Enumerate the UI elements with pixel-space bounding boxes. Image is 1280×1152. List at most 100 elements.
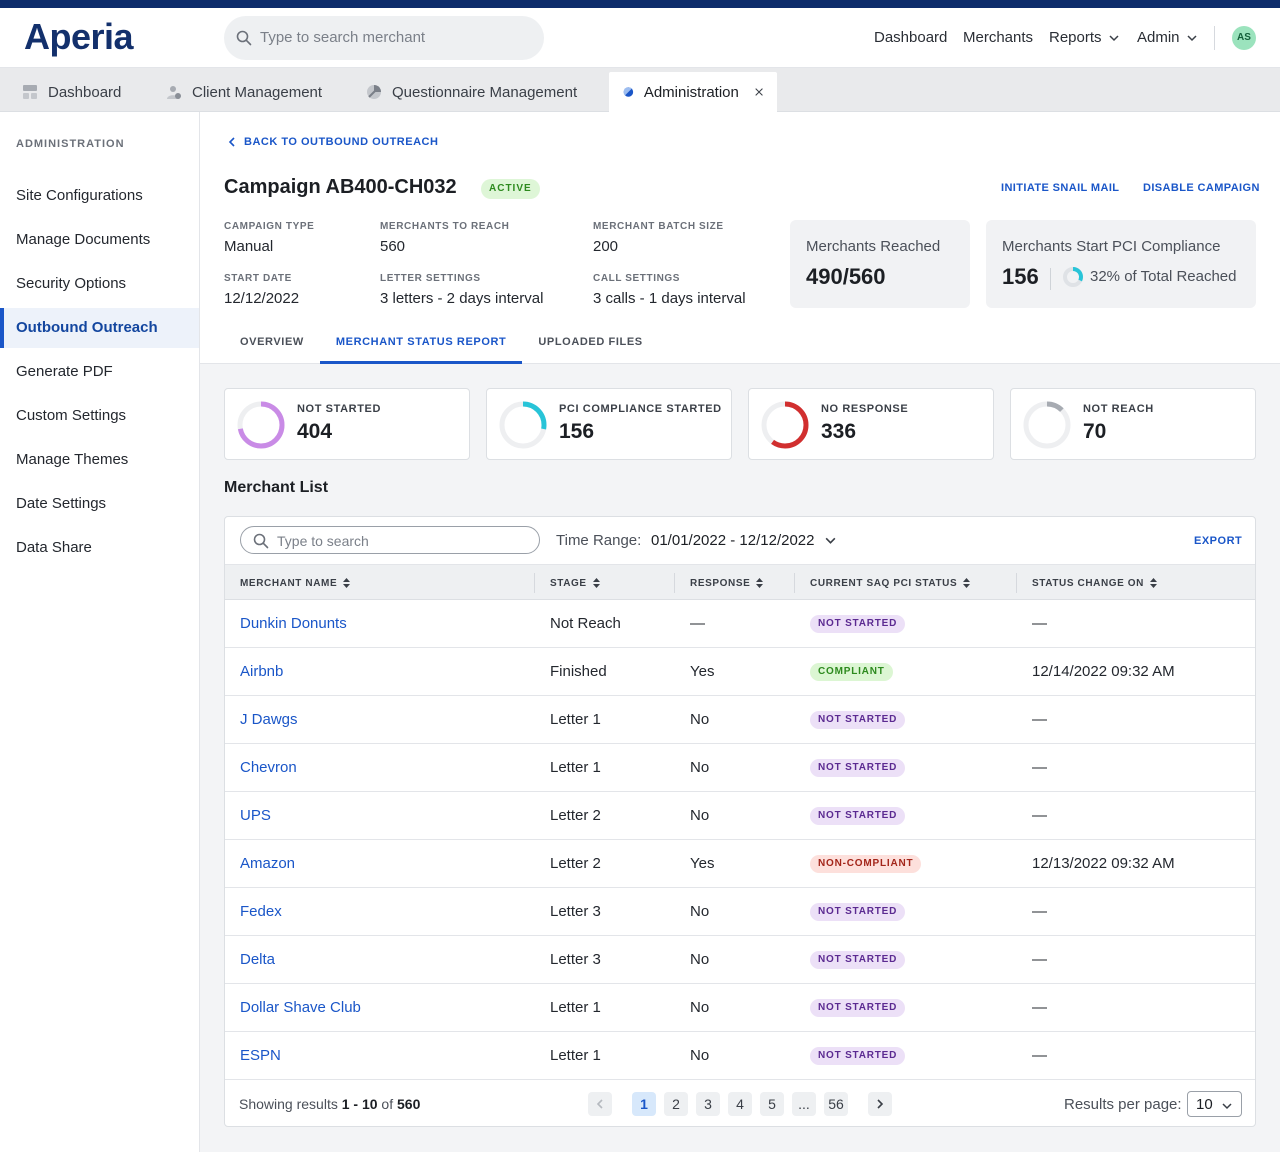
merchants-reached-label: Merchants Reached <box>806 238 941 255</box>
prev-page-button[interactable] <box>588 1092 612 1116</box>
page-button[interactable]: 56 <box>824 1092 848 1116</box>
chevron-left-icon <box>596 1099 603 1109</box>
merchant-name-link[interactable]: Dunkin Donunts <box>240 600 347 648</box>
merchant-name-link[interactable]: Dollar Shave Club <box>240 984 361 1032</box>
results-per-page-select[interactable]: 10 <box>1187 1091 1242 1117</box>
stage-cell: Letter 1 <box>550 759 601 776</box>
merchant-name-link[interactable]: Delta <box>240 936 275 984</box>
initiate-snail-mail-link[interactable]: INITIATE SNAIL MAIL <box>1001 182 1119 194</box>
sidebar-item-custom-settings[interactable]: Custom Settings <box>0 396 199 436</box>
status-change-cell: — <box>1032 999 1047 1016</box>
user-avatar[interactable]: AS <box>1232 26 1256 50</box>
stage-cell: Letter 2 <box>550 855 601 872</box>
merchant-name-link[interactable]: Amazon <box>240 840 295 888</box>
chevron-left-icon <box>228 137 235 147</box>
column-divider <box>794 573 795 593</box>
merchant-name-link[interactable]: UPS <box>240 792 271 840</box>
response-cell: No <box>690 903 710 920</box>
stage-cell: Letter 2 <box>550 807 601 824</box>
aperia-logo[interactable]: Aperia <box>24 16 134 58</box>
chevron-right-icon <box>877 1099 884 1109</box>
merchant-name-link[interactable]: Airbnb <box>240 648 283 696</box>
tab-client-management[interactable]: Client Management <box>152 72 336 112</box>
status-badge: NOT STARTED <box>810 951 906 969</box>
status-change-cell: — <box>1032 903 1047 920</box>
sidebar-item-manage-themes[interactable]: Manage Themes <box>0 440 199 480</box>
table-row: ESPN Letter 1 No NOT STARTED — <box>225 1032 1255 1080</box>
nav-merchants[interactable]: Merchants <box>963 29 1033 46</box>
export-button[interactable]: EXPORT <box>1194 535 1242 547</box>
merchant-table-card: Type to search Time Range: 01/01/2022 - … <box>224 516 1256 1127</box>
nav-admin[interactable]: Admin <box>1137 29 1198 46</box>
disable-campaign-link[interactable]: DISABLE CAMPAIGN <box>1143 182 1260 194</box>
table-row: Dunkin Donunts Not Reach — NOT STARTED — <box>225 600 1255 648</box>
tab-merchant-status-report[interactable]: MERCHANT STATUS REPORT <box>319 334 523 364</box>
not-reach-ring <box>1023 401 1071 449</box>
search-icon <box>253 533 269 549</box>
nav-reports[interactable]: Reports <box>1049 29 1120 46</box>
column-header-saq-status[interactable]: CURRENT SAQ PCI STATUS <box>810 565 971 601</box>
column-header-response[interactable]: RESPONSE <box>690 565 764 601</box>
close-icon[interactable] <box>755 86 763 98</box>
table-row: UPS Letter 2 No NOT STARTED — <box>225 792 1255 840</box>
page-button[interactable]: 1 <box>632 1092 656 1116</box>
tab-questionnaire-management[interactable]: Questionnaire Management <box>352 72 591 112</box>
merchant-search-placeholder: Type to search <box>277 533 369 549</box>
global-search-input[interactable]: Type to search merchant <box>224 16 544 60</box>
table-row: Dollar Shave Club Letter 1 No NOT STARTE… <box>225 984 1255 1032</box>
sidebar-heading: ADMINISTRATION <box>16 138 125 150</box>
no-response-label: NO RESPONSE <box>821 403 909 415</box>
stage-cell: Letter 1 <box>550 999 601 1016</box>
sidebar-item-generate-pdf[interactable]: Generate PDF <box>0 352 199 392</box>
admin-sidebar: ADMINISTRATION Site Configurations Manag… <box>0 112 200 1152</box>
chevron-down-icon <box>1187 34 1197 41</box>
back-to-outbound-link[interactable]: BACK TO OUTBOUND OUTREACH <box>228 136 438 148</box>
merchant-name-link[interactable]: Chevron <box>240 744 297 792</box>
batch-size-value: 200 <box>593 238 619 255</box>
nav-merchants-label: Merchants <box>963 29 1034 46</box>
nav-reports-label: Reports <box>1049 29 1102 46</box>
questionnaire-icon <box>367 85 381 99</box>
next-page-button[interactable] <box>868 1092 892 1116</box>
tab-overview[interactable]: OVERVIEW <box>224 334 320 364</box>
column-header-status-change[interactable]: STATUS CHANGE ON <box>1032 565 1158 601</box>
time-range-dropdown[interactable]: 01/01/2022 - 12/12/2022 <box>651 532 837 549</box>
page-button[interactable]: 5 <box>760 1092 784 1116</box>
sidebar-item-outbound-outreach[interactable]: Outbound Outreach <box>0 308 199 348</box>
main-content: BACK TO OUTBOUND OUTREACH Campaign AB400… <box>200 112 1280 1152</box>
tab-uploaded-files[interactable]: UPLOADED FILES <box>522 334 658 364</box>
stage-cell: Letter 3 <box>550 903 601 920</box>
nav-dashboard[interactable]: Dashboard <box>874 29 947 46</box>
table-row: Fedex Letter 3 No NOT STARTED — <box>225 888 1255 936</box>
column-header-stage[interactable]: STAGE <box>550 565 600 601</box>
merchant-name-link[interactable]: ESPN <box>240 1032 281 1080</box>
sidebar-item-security-options[interactable]: Security Options <box>0 264 199 304</box>
stage-cell: Letter 3 <box>550 951 601 968</box>
not-started-label: NOT STARTED <box>297 403 382 415</box>
results-per-page-value: 10 <box>1196 1096 1213 1113</box>
page-button[interactable]: 3 <box>696 1092 720 1116</box>
column-divider <box>674 573 675 593</box>
pci-percent-text: 32% of Total Reached <box>1090 268 1237 285</box>
merchant-search-input[interactable]: Type to search <box>240 526 540 554</box>
global-search-placeholder: Type to search merchant <box>260 29 426 46</box>
sidebar-item-manage-documents[interactable]: Manage Documents <box>0 220 199 260</box>
tab-dashboard[interactable]: Dashboard <box>8 72 135 112</box>
status-badge: NOT STARTED <box>810 615 906 633</box>
campaign-subtabs: OVERVIEW MERCHANT STATUS REPORT UPLOADED… <box>224 334 659 364</box>
nav-admin-label: Admin <box>1137 29 1180 46</box>
sidebar-item-data-share[interactable]: Data Share <box>0 528 199 568</box>
column-header-merchant-name[interactable]: MERCHANT NAME <box>240 565 351 601</box>
tab-administration[interactable]: Administration <box>609 72 777 112</box>
sidebar-item-site-configurations[interactable]: Site Configurations <box>0 176 199 216</box>
page-button[interactable]: 2 <box>664 1092 688 1116</box>
column-label: RESPONSE <box>690 577 751 589</box>
sidebar-item-date-settings[interactable]: Date Settings <box>0 484 199 524</box>
sort-icon <box>756 578 764 588</box>
page-button[interactable]: 4 <box>728 1092 752 1116</box>
results-prefix: Showing results <box>239 1096 338 1112</box>
merchant-name-link[interactable]: Fedex <box>240 888 282 936</box>
response-cell: — <box>690 615 705 632</box>
merchant-name-link[interactable]: J Dawgs <box>240 696 298 744</box>
no-response-value: 336 <box>821 420 857 443</box>
